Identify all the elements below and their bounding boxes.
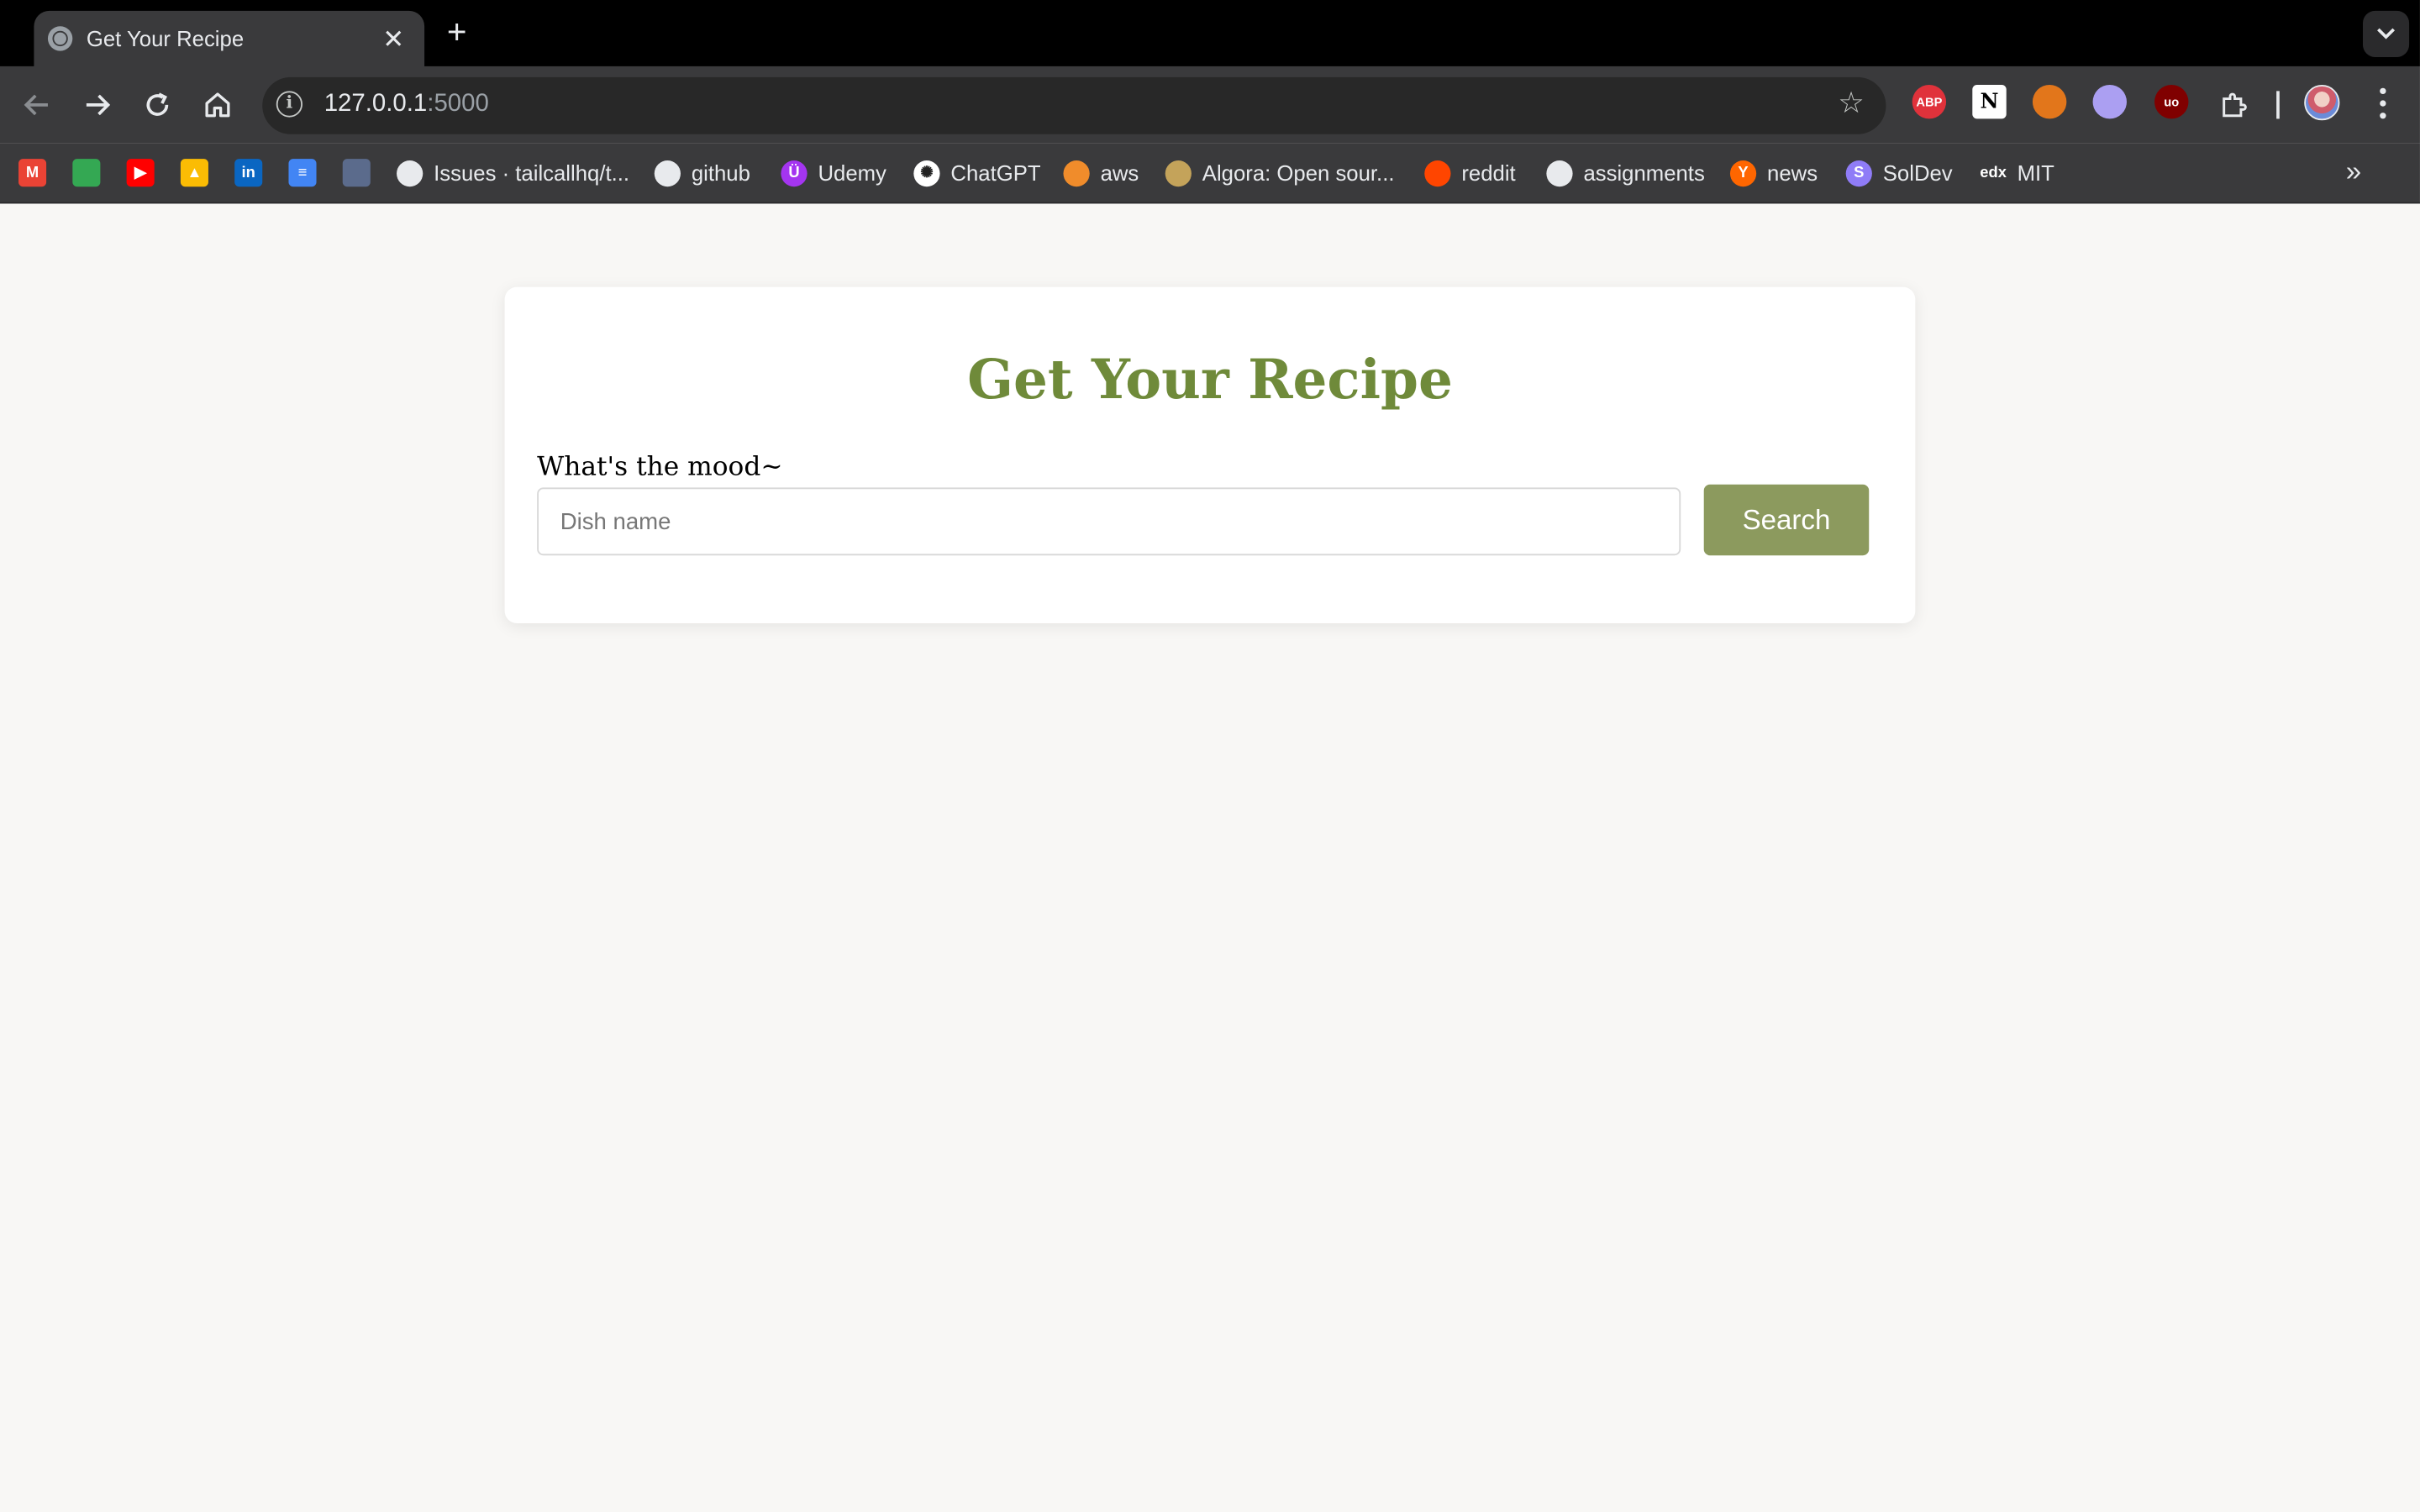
dish-name-input[interactable] <box>537 487 1681 556</box>
github-icon <box>1546 160 1573 186</box>
address-bar[interactable]: i 127.0.0.1:5000 ☆ <box>262 76 1886 134</box>
aws-icon <box>1063 160 1090 186</box>
url-text: 127.0.0.1:5000 <box>324 91 489 118</box>
tab-title: Get Your Recipe <box>86 26 245 51</box>
site-info-icon[interactable]: i <box>276 91 302 118</box>
puzzle-icon <box>2223 92 2247 118</box>
bookmark-github[interactable]: github <box>654 157 750 188</box>
toolbar-divider <box>2276 91 2280 119</box>
bookmark-algora[interactable]: Algora: Open sour... <box>1165 157 1395 188</box>
profile-avatar[interactable] <box>2304 85 2340 121</box>
recipe-search-card: Get Your Recipe What's the mood~ Search <box>504 286 1916 624</box>
forward-button[interactable] <box>76 81 118 128</box>
back-button[interactable] <box>15 81 58 128</box>
chatgpt-icon: ✺ <box>913 160 940 186</box>
bookmark-chatgpt[interactable]: ✺ ChatGPT <box>913 157 1041 188</box>
ublock-icon[interactable]: uo <box>2154 85 2189 119</box>
arrow-left-icon <box>24 94 48 116</box>
bookmark-mit[interactable]: edx MIT <box>1980 157 2054 188</box>
drive-icon[interactable]: ▲ <box>180 159 208 187</box>
abp-icon[interactable]: ABP <box>1912 85 1947 119</box>
page-title: Get Your Recipe <box>967 349 1453 412</box>
algora-icon <box>1165 160 1192 186</box>
metamask-icon[interactable] <box>2032 85 2067 119</box>
maps-icon[interactable] <box>72 159 101 187</box>
search-button[interactable]: Search <box>1703 484 1870 556</box>
udemy-icon: Ü <box>781 160 808 186</box>
chevron-down-icon <box>2377 28 2396 39</box>
home-button[interactable] <box>196 81 239 128</box>
extensions-button[interactable] <box>2212 81 2254 128</box>
bookmark-reddit[interactable]: reddit <box>1424 157 1516 188</box>
docs-icon[interactable]: ≡ <box>288 159 317 187</box>
bookmark-assignments[interactable]: assignments <box>1546 157 1705 188</box>
new-tab-button[interactable]: + <box>439 13 476 51</box>
github-icon <box>397 160 424 186</box>
profile-icon[interactable] <box>342 159 371 187</box>
gmail-icon[interactable]: M <box>18 159 47 187</box>
edx-icon: edx <box>1980 160 2007 186</box>
bookmarks-bar: M ▶ ▲ in ≡ Issues · tailcallhq/t... gith… <box>0 143 2420 204</box>
tab-get-your-recipe[interactable]: Get Your Recipe ✕ <box>34 10 425 66</box>
mood-label: What's the mood~ <box>537 452 783 483</box>
close-tab-icon[interactable]: ✕ <box>378 25 409 51</box>
reddit-icon <box>1424 160 1451 186</box>
browser-menu-icon[interactable] <box>2369 85 2396 122</box>
hackernews-icon: Y <box>1729 160 1757 186</box>
tab-search-button[interactable] <box>2362 10 2410 57</box>
home-icon <box>205 92 230 118</box>
browser-window: Get Your Recipe ✕ + i 127.0.0.1:5000 ☆ A… <box>0 0 2420 1512</box>
github-icon <box>654 160 681 186</box>
bookmark-udemy[interactable]: Ü Udemy <box>781 157 886 188</box>
phantom-icon[interactable] <box>2092 85 2127 119</box>
page-viewport: Get Your Recipe What's the mood~ Search <box>0 203 2420 1512</box>
bookmark-soldev[interactable]: S SolDev <box>1845 157 1953 188</box>
arrow-right-icon <box>86 94 111 116</box>
reload-icon <box>146 92 169 116</box>
more-bookmarks-icon[interactable]: » <box>2346 156 2361 189</box>
linkedin-icon[interactable]: in <box>234 159 263 187</box>
bookmark-news[interactable]: Ynews <box>1729 157 1818 188</box>
notion-icon[interactable]: N <box>1972 85 2007 119</box>
globe-icon <box>47 26 73 51</box>
reload-button[interactable] <box>136 81 179 128</box>
bookmark-aws[interactable]: aws <box>1063 157 1139 188</box>
toolbar: i 127.0.0.1:5000 ☆ ABP N uo <box>0 66 2420 144</box>
soldev-icon: S <box>1845 160 1872 186</box>
youtube-icon[interactable]: ▶ <box>126 159 155 187</box>
tab-strip: Get Your Recipe ✕ + <box>0 0 2420 66</box>
bookmark-issues-tailcall[interactable]: Issues · tailcallhq/t... <box>397 157 629 188</box>
bookmark-star-icon[interactable]: ☆ <box>1838 88 1864 122</box>
